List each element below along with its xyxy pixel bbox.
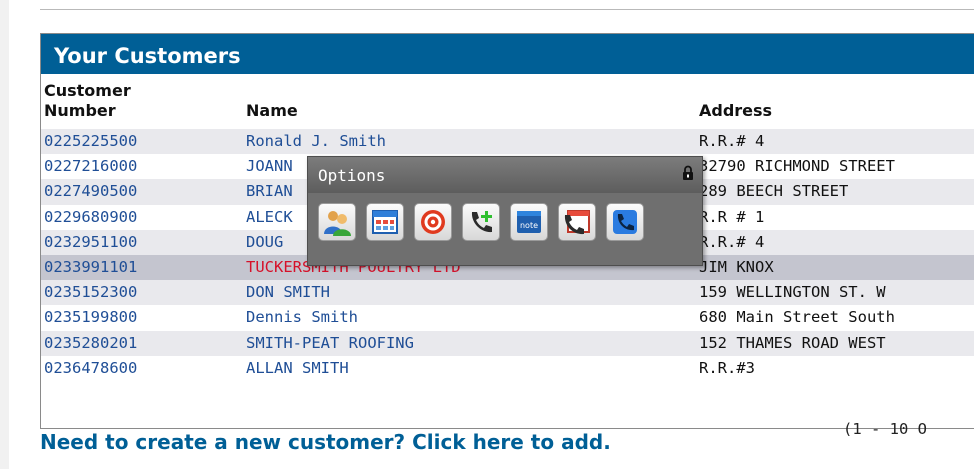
table-row[interactable]: 0235199800 Dennis Smith 680 Main Street … <box>41 305 974 331</box>
customer-name[interactable]: ALECK <box>246 205 293 230</box>
options-toolbar: note <box>318 203 644 241</box>
customer-address: 680 Main Street South <box>699 308 895 327</box>
customer-number[interactable]: 0225225500 <box>44 129 137 154</box>
customer-number[interactable]: 0229680900 <box>44 205 137 230</box>
customer-name[interactable]: Ronald J. Smith <box>246 129 386 154</box>
pagination-text: (1 - 10 O <box>843 420 927 438</box>
call-add-icon[interactable] <box>462 203 500 241</box>
customer-number[interactable]: 0236478600 <box>44 356 137 381</box>
contacts-icon[interactable] <box>318 203 356 241</box>
column-name[interactable]: Name <box>246 101 298 121</box>
column-customer-number[interactable]: Customer Number <box>44 81 131 121</box>
column-address[interactable]: Address <box>699 101 772 121</box>
table-row[interactable]: 0236478600 ALLAN SMITH R.R.#3 <box>41 355 974 381</box>
customer-number[interactable]: 0227490500 <box>44 179 137 204</box>
svg-text:note: note <box>520 221 538 230</box>
customer-name[interactable]: DON SMITH <box>246 280 330 305</box>
customer-number[interactable]: 0235199800 <box>44 305 137 330</box>
customer-name[interactable]: JOANN <box>246 154 293 179</box>
calendar-phone-icon[interactable] <box>558 203 596 241</box>
customer-address: R.R.# 4 <box>699 232 765 251</box>
customer-address: R.R # 1 <box>699 207 765 226</box>
customer-number[interactable]: 0235152300 <box>44 280 137 305</box>
lock-icon[interactable] <box>682 165 694 181</box>
panel-title: Your Customers <box>41 34 974 74</box>
calendar-grid-icon[interactable] <box>366 203 404 241</box>
table-row[interactable]: 0235152300 DON SMITH 159 WELLINGTON ST. … <box>41 280 974 306</box>
customer-number[interactable]: 0227216000 <box>44 154 137 179</box>
target-icon[interactable] <box>414 203 452 241</box>
column-headers: Customer Number Name Address <box>41 78 974 128</box>
phone-icon[interactable] <box>606 203 644 241</box>
popup-title: Options <box>308 157 702 193</box>
customer-number[interactable]: 0235280201 <box>44 331 137 356</box>
note-icon[interactable]: note <box>510 203 548 241</box>
left-margin <box>0 0 9 469</box>
customer-address: 152 THAMES ROAD WEST <box>699 333 886 352</box>
customer-address: R.R.# 4 <box>699 132 765 150</box>
customer-address: 32790 RICHMOND STREET <box>699 157 895 176</box>
customer-name[interactable]: ALLAN SMITH <box>246 356 349 381</box>
table-row[interactable]: 0235280201 SMITH-PEAT ROOFING 152 THAMES… <box>41 330 974 356</box>
customer-address: 159 WELLINGTON ST. W <box>699 283 886 302</box>
top-divider <box>40 9 974 10</box>
customer-name[interactable]: BRIAN <box>246 179 293 204</box>
customer-number[interactable]: 0232951100 <box>44 230 137 255</box>
customer-address: 289 BEECH STREET <box>699 182 849 201</box>
customer-address: R.R.#3 <box>699 358 755 377</box>
table-row[interactable]: 0225225500 Ronald J. Smith R.R.# 4 <box>41 129 974 155</box>
add-customer-link[interactable]: Need to create a new customer? Click her… <box>40 430 611 454</box>
customer-name[interactable]: SMITH-PEAT ROOFING <box>246 331 414 356</box>
customer-name[interactable]: Dennis Smith <box>246 305 358 330</box>
customer-name[interactable]: DOUG <box>246 230 283 255</box>
customer-number[interactable]: 0233991101 <box>44 255 137 280</box>
options-popup: Options note <box>307 156 703 266</box>
customer-address: JIM KNOX <box>699 257 774 276</box>
